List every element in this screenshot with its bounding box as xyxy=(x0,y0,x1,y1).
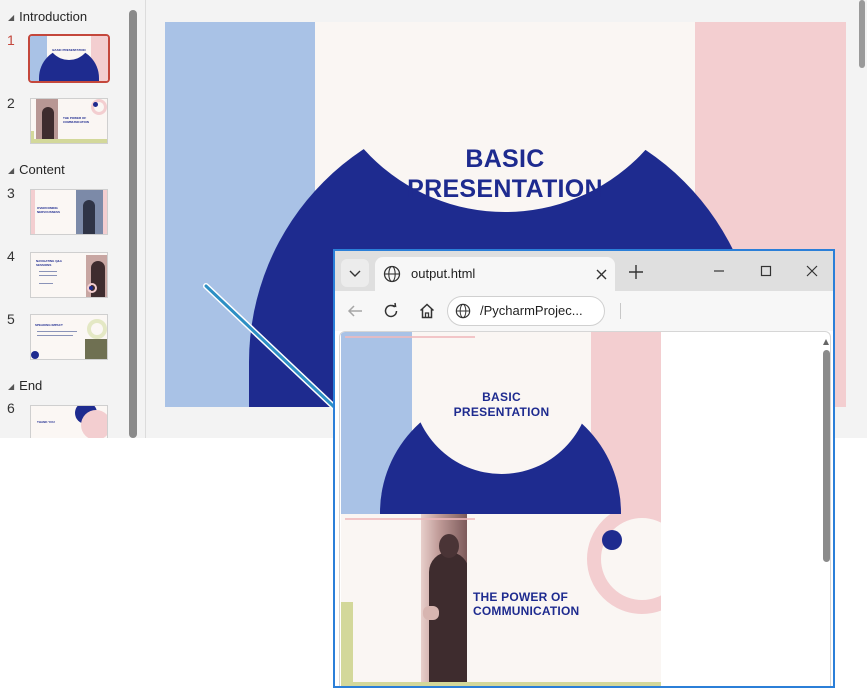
section-header-content[interactable]: ◢ Content xyxy=(8,162,65,177)
section-name: Introduction xyxy=(19,9,88,24)
slide-number: 3 xyxy=(7,185,15,201)
tab-list-button[interactable] xyxy=(341,259,369,287)
rendered-slide-title: THE POWER OF COMMUNICATION xyxy=(473,590,580,618)
browser-window: output.html /PycharmProjec... BASIC PRES… xyxy=(333,249,835,688)
slide-thumbnail-1[interactable]: BASIC PRESENTATION xyxy=(28,34,110,83)
scroll-up-arrow-icon[interactable] xyxy=(823,339,829,345)
chevron-down-icon xyxy=(349,270,361,277)
tab-strip: output.html xyxy=(335,251,833,291)
thumb-title: THE POWER OF COMMUNICATION xyxy=(63,116,89,124)
rendered-slide-1: BASIC PRESENTATION xyxy=(341,332,661,514)
plus-icon xyxy=(629,265,643,279)
close-icon xyxy=(596,269,606,279)
thumb-title: SPEAKING IMPACT xyxy=(35,323,63,327)
collapse-triangle-icon[interactable]: ◢ xyxy=(8,166,14,175)
collapse-triangle-icon[interactable]: ◢ xyxy=(8,382,14,391)
slide-number: 4 xyxy=(7,248,15,264)
slide-thumbnail-5[interactable]: SPEAKING IMPACT xyxy=(30,314,108,360)
minimize-icon xyxy=(714,270,724,272)
home-icon xyxy=(419,303,435,319)
reload-button[interactable] xyxy=(377,297,405,325)
section-name: Content xyxy=(19,162,65,177)
close-tab-button[interactable] xyxy=(591,264,611,284)
close-window-button[interactable] xyxy=(792,257,832,285)
slide-number: 2 xyxy=(7,95,15,111)
faint-text-line xyxy=(345,336,475,338)
page-viewport[interactable]: BASIC PRESENTATION THE POWER OF COMMUNIC… xyxy=(339,331,831,686)
scrollbar-thumb[interactable] xyxy=(859,0,865,68)
slide-title[interactable]: BASIC PRESENTATION xyxy=(315,144,695,204)
close-icon xyxy=(806,265,818,277)
navy-dot xyxy=(602,530,622,550)
back-arrow-icon xyxy=(347,305,362,317)
collapse-triangle-icon[interactable]: ◢ xyxy=(8,13,14,22)
slide-thumbnail-panel: ◢ Introduction 1 BASIC PRESENTATION 2 THE… xyxy=(0,0,125,438)
thumbnail-scrollbar[interactable] xyxy=(128,0,138,438)
slide-number: 5 xyxy=(7,311,15,327)
tab-title: output.html xyxy=(411,266,476,281)
slide-thumbnail-3[interactable]: OVERCOMING NERVOUSNESS xyxy=(30,189,108,235)
thumb-title: THANK YOU xyxy=(37,420,55,424)
rendered-slide-2: THE POWER OF COMMUNICATION xyxy=(341,514,661,686)
slide-thumbnail-6[interactable]: THANK YOU xyxy=(30,405,108,438)
slide-thumbnail-4[interactable]: NAVIGATING Q&A SESSIONS xyxy=(30,252,108,298)
url-text: /PycharmProjec... xyxy=(480,303,583,318)
minimize-button[interactable] xyxy=(699,257,739,285)
section-header-introduction[interactable]: ◢ Introduction xyxy=(8,9,87,24)
thumb-title: BASIC PRESENTATION xyxy=(52,48,86,52)
panel-divider[interactable] xyxy=(145,0,146,438)
globe-icon xyxy=(455,303,471,319)
scrollbar-thumb[interactable] xyxy=(129,10,137,438)
navigation-bar: /PycharmProjec... xyxy=(335,291,833,331)
maximize-button[interactable] xyxy=(746,257,786,285)
section-name: End xyxy=(19,378,43,393)
browser-tab[interactable]: output.html xyxy=(375,257,615,291)
scrollbar-thumb[interactable] xyxy=(823,350,830,562)
new-tab-button[interactable] xyxy=(623,259,649,285)
faint-text-line xyxy=(345,518,475,520)
slide-thumbnail-2[interactable]: THE POWER OF COMMUNICATION xyxy=(30,98,108,144)
reload-icon xyxy=(384,302,398,318)
section-header-end[interactable]: ◢ End xyxy=(8,378,42,393)
thumb-title: NAVIGATING Q&A SESSIONS xyxy=(36,259,62,267)
toolbar-divider xyxy=(620,303,621,319)
back-button[interactable] xyxy=(341,297,369,325)
home-button[interactable] xyxy=(413,297,441,325)
slide-number: 6 xyxy=(7,400,15,416)
thumb-title: OVERCOMING NERVOUSNESS xyxy=(37,206,60,214)
editor-scrollbar[interactable] xyxy=(857,0,867,438)
maximize-icon xyxy=(760,265,772,277)
slide-number: 1 xyxy=(7,32,15,48)
rendered-slide-title: BASIC PRESENTATION xyxy=(453,390,550,419)
page-scrollbar[interactable] xyxy=(821,332,830,686)
globe-icon xyxy=(383,265,401,283)
address-bar[interactable]: /PycharmProjec... xyxy=(447,296,605,326)
speaker-photo xyxy=(421,514,467,682)
